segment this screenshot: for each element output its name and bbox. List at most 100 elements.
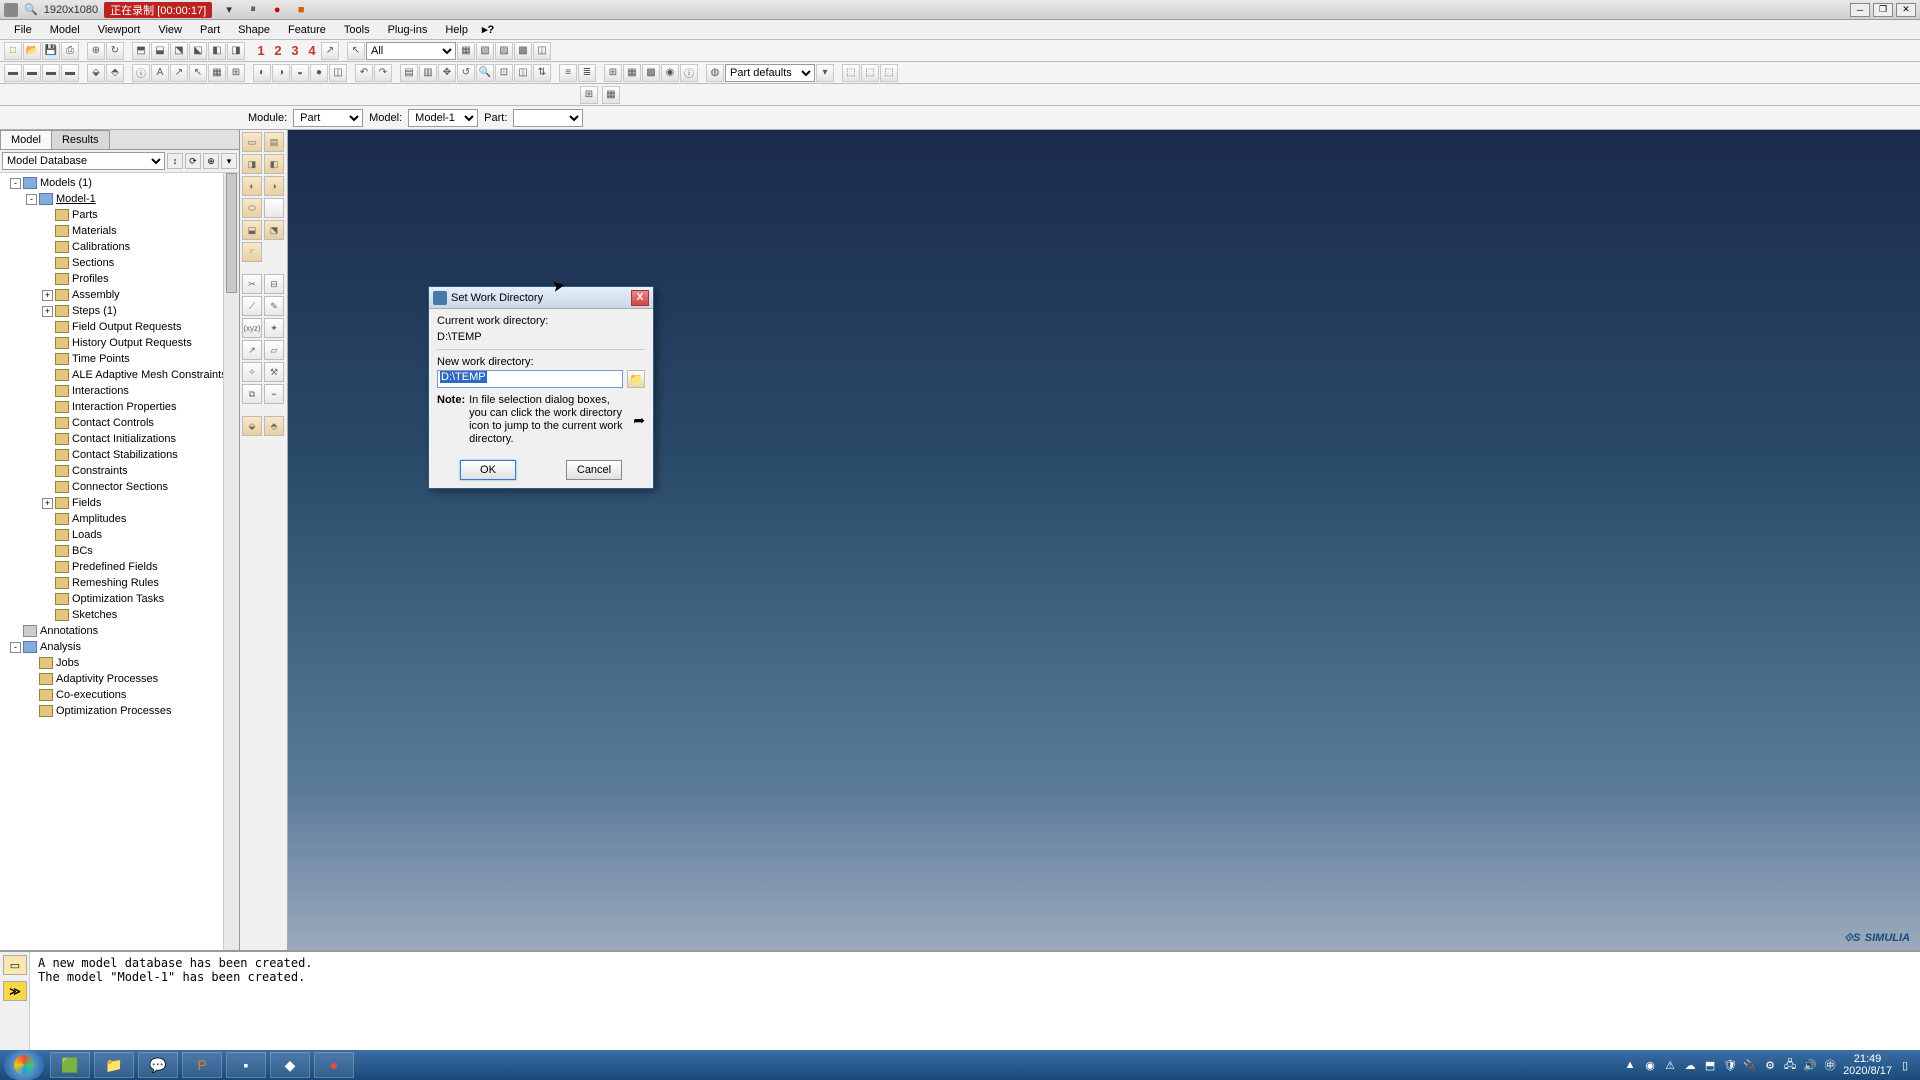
tree-node[interactable]: +Assembly [0, 287, 239, 303]
expand-toggle[interactable]: + [42, 306, 53, 317]
part-select[interactable] [513, 109, 583, 127]
viewport[interactable]: ⟐S SIMULIA [288, 130, 1920, 950]
shade-2-button[interactable]: ▬ [23, 64, 41, 82]
task-recorder[interactable]: ● [314, 1052, 354, 1078]
sel-d-button[interactable]: ▩ [514, 42, 532, 60]
c4-button[interactable]: ● [310, 64, 328, 82]
color-button[interactable]: ▾ [816, 64, 834, 82]
d4-button[interactable]: ↺ [457, 64, 475, 82]
menu-part[interactable]: Part [192, 22, 228, 38]
view-pan-button[interactable]: ⊕ [87, 42, 105, 60]
e1-button[interactable]: ≡ [559, 64, 577, 82]
tray-7-icon[interactable]: ⚙ [1763, 1058, 1777, 1072]
redo-button[interactable]: ↷ [374, 64, 392, 82]
record-icon[interactable]: ● [270, 3, 284, 17]
tray-up-icon[interactable]: ▲ [1623, 1058, 1637, 1072]
stop-icon[interactable]: ■ [294, 3, 308, 17]
tool-solid-extrude[interactable]: ◨ [242, 154, 262, 174]
tree-node[interactable]: Contact Stabilizations [0, 447, 239, 463]
f2-button[interactable]: ▦ [623, 64, 641, 82]
dropdown-icon[interactable]: ▾ [222, 3, 236, 17]
task-powerpoint[interactable]: P [182, 1052, 222, 1078]
tree-node[interactable]: Co-executions [0, 687, 239, 703]
tree-node[interactable]: Materials [0, 223, 239, 239]
tree-node[interactable]: Time Points [0, 351, 239, 367]
e2-button[interactable]: ≣ [578, 64, 596, 82]
tool-cut-extrude[interactable]: ⬓ [242, 220, 262, 240]
f3-button[interactable]: ▩ [642, 64, 660, 82]
expand-toggle[interactable]: - [26, 194, 37, 205]
context-help-icon[interactable]: ▸? [482, 23, 494, 36]
perspective-button[interactable]: ⬙ [87, 64, 105, 82]
task-wechat[interactable]: 💬 [138, 1052, 178, 1078]
f1-button[interactable]: ⊞ [604, 64, 622, 82]
tool-partition-edge[interactable]: ⟋ [242, 296, 262, 316]
tree-node[interactable]: Optimization Processes [0, 703, 239, 719]
shade-1-button[interactable]: ▬ [4, 64, 22, 82]
view-2[interactable]: 2 [270, 43, 286, 58]
tree-node[interactable]: Remeshing Rules [0, 575, 239, 591]
clock[interactable]: 21:49 2020/8/17 [1843, 1053, 1892, 1077]
database-select[interactable]: Model Database [2, 152, 165, 170]
expand-toggle[interactable]: + [42, 498, 53, 509]
render-defaults-select[interactable]: Part defaults [725, 64, 815, 82]
expand-toggle[interactable]: + [42, 290, 53, 301]
task-cmd[interactable]: ▪ [226, 1052, 266, 1078]
new-dir-input[interactable]: D:\TEMP [437, 370, 623, 388]
tool-partition-cell[interactable]: ⊟ [264, 274, 284, 294]
sel-c-button[interactable]: ▨ [495, 42, 513, 60]
tool-partition-face[interactable]: ✂ [242, 274, 262, 294]
d7-button[interactable]: ◫ [514, 64, 532, 82]
menu-help[interactable]: Help [437, 22, 476, 38]
model-tree[interactable]: -Models (1)-Model-1PartsMaterialsCalibra… [0, 173, 239, 950]
tree-node[interactable]: Parts [0, 207, 239, 223]
tree-node[interactable]: Optimization Tasks [0, 591, 239, 607]
tree-node[interactable]: +Steps (1) [0, 303, 239, 319]
start-button[interactable] [4, 1050, 44, 1080]
print-button[interactable]: ⎙ [61, 42, 79, 60]
arrow2-button[interactable]: ↖ [189, 64, 207, 82]
tray-2-icon[interactable]: ⚠ [1663, 1058, 1677, 1072]
dialog-close-button[interactable]: X [631, 290, 649, 306]
tree-node[interactable]: Jobs [0, 655, 239, 671]
tray-volume-icon[interactable]: 🔊 [1803, 1058, 1817, 1072]
dialog-titlebar[interactable]: Set Work Directory X [429, 287, 653, 309]
tree-node[interactable]: Field Output Requests [0, 319, 239, 335]
tool-stitch[interactable]: ⌁ [264, 384, 284, 404]
expand-toggle[interactable]: - [10, 642, 21, 653]
menu-tools[interactable]: Tools [336, 22, 378, 38]
tree-node[interactable]: Constraints [0, 463, 239, 479]
menu-file[interactable]: File [6, 22, 40, 38]
tool-attach2[interactable]: ⬘ [264, 416, 284, 436]
view-back-button[interactable]: ⬓ [151, 42, 169, 60]
tray-network-icon[interactable]: 🖧 [1783, 1058, 1797, 1072]
undo-button[interactable]: ↶ [355, 64, 373, 82]
tree-node[interactable]: Connector Sections [0, 479, 239, 495]
tree-node[interactable]: -Analysis [0, 639, 239, 655]
msg-tab-cli[interactable]: ≫ [3, 981, 27, 1001]
view-4[interactable]: 4 [304, 43, 320, 58]
tree-node[interactable]: Interaction Properties [0, 399, 239, 415]
menu-view[interactable]: View [150, 22, 190, 38]
view-3[interactable]: 3 [287, 43, 303, 58]
extra2-button[interactable]: ▦ [602, 86, 620, 104]
tree-node[interactable]: Sections [0, 255, 239, 271]
tray-lang-icon[interactable]: ㊥ [1823, 1058, 1837, 1072]
menu-feature[interactable]: Feature [280, 22, 334, 38]
tree-node[interactable]: -Models (1) [0, 175, 239, 191]
browse-button[interactable]: 📁 [627, 370, 645, 388]
tree-node[interactable]: -Model-1 [0, 191, 239, 207]
sel-b-button[interactable]: ▧ [476, 42, 494, 60]
tool-geom-edit[interactable]: ✎ [264, 296, 284, 316]
tool-solid-revolve[interactable]: ◐ [242, 176, 262, 196]
d6-button[interactable]: ⊡ [495, 64, 513, 82]
query-button[interactable]: ⓘ [132, 64, 150, 82]
db-btn-1[interactable]: ↕ [167, 153, 183, 169]
tool-cut-revolve[interactable]: ⬔ [264, 220, 284, 240]
view-left-button[interactable]: ◧ [208, 42, 226, 60]
measure-button[interactable]: ↗ [170, 64, 188, 82]
tool-repair[interactable]: ⚒ [264, 362, 284, 382]
tool-datum-plane[interactable]: ▱ [264, 340, 284, 360]
tree-node[interactable]: Adaptivity Processes [0, 671, 239, 687]
tree-node[interactable]: Profiles [0, 271, 239, 287]
